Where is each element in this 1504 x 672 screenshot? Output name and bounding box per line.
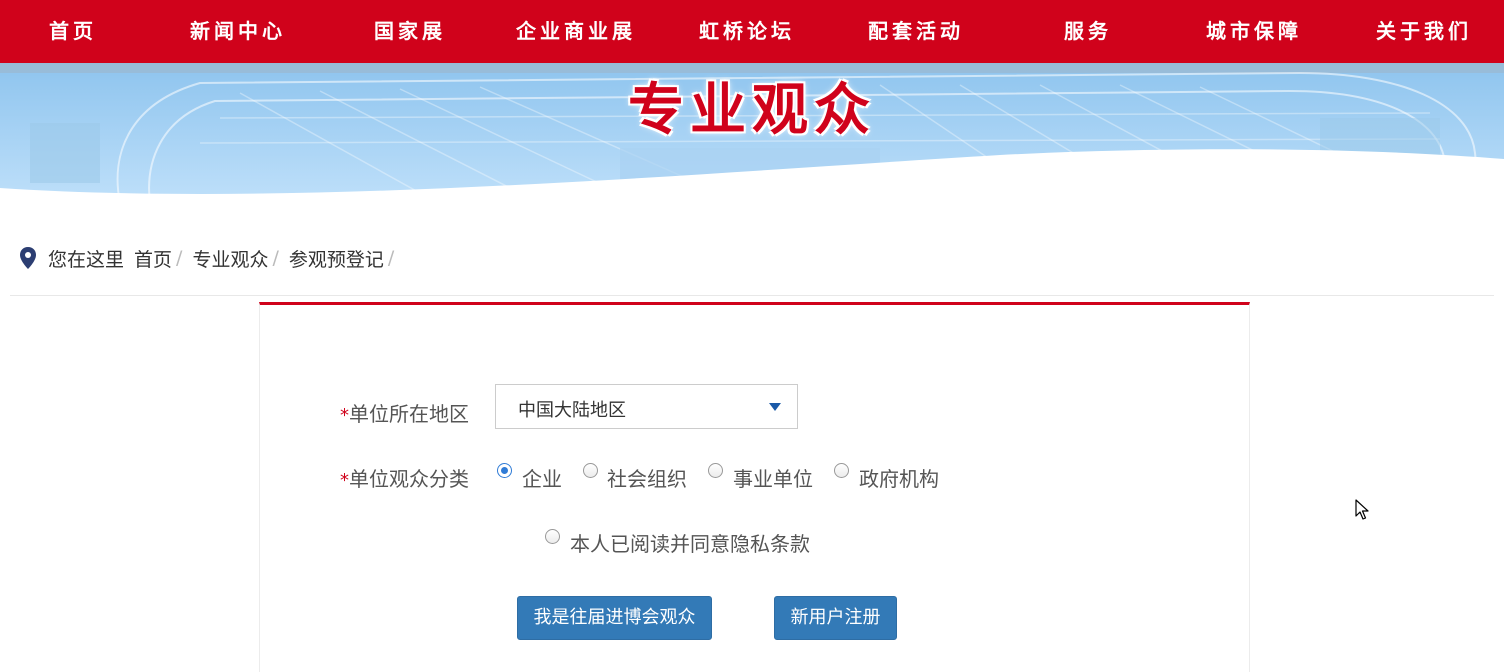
radio-government-agency[interactable] bbox=[834, 463, 849, 478]
breadcrumb: 您在这里 首页 / 专业观众 / 参观预登记 / bbox=[18, 243, 404, 273]
category-label: *单位观众分类 bbox=[340, 463, 469, 492]
breadcrumb-item-professional-visitors[interactable]: 专业观众 bbox=[192, 245, 268, 272]
radio-enterprise-label[interactable]: 企业 bbox=[522, 463, 562, 492]
region-select-value: 中国大陆地区 bbox=[518, 400, 626, 421]
returning-visitor-button[interactable]: 我是往届进博会观众 bbox=[517, 596, 712, 640]
nav-item-services[interactable]: 服务 bbox=[1064, 0, 1112, 63]
location-pin-icon bbox=[20, 247, 36, 269]
privacy-consent-label[interactable]: 本人已阅读并同意隐私条款 bbox=[570, 528, 810, 557]
required-mark: * bbox=[340, 470, 349, 491]
nav-item-business-exhibition[interactable]: 企业商业展 bbox=[516, 0, 636, 63]
radio-public-institution-label[interactable]: 事业单位 bbox=[733, 463, 813, 492]
hero-banner: 专业观众 bbox=[0, 63, 1504, 203]
breadcrumb-separator: / bbox=[176, 247, 183, 269]
top-navigation: 首页 新闻中心 国家展 企业商业展 虹桥论坛 配套活动 服务 城市保障 关于我们 bbox=[0, 0, 1504, 63]
nav-item-events[interactable]: 配套活动 bbox=[868, 0, 964, 63]
nav-item-home[interactable]: 首页 bbox=[49, 0, 97, 63]
nav-item-news[interactable]: 新闻中心 bbox=[190, 0, 286, 63]
mouse-cursor-icon bbox=[1355, 499, 1369, 520]
breadcrumb-item-pre-registration[interactable]: 参观预登记 bbox=[289, 245, 384, 272]
category-label-text: 单位观众分类 bbox=[349, 467, 469, 491]
page-title: 专业观众 bbox=[628, 78, 876, 143]
region-label-text: 单位所在地区 bbox=[349, 402, 469, 426]
breadcrumb-separator: / bbox=[272, 247, 279, 269]
breadcrumb-item-home[interactable]: 首页 bbox=[134, 245, 172, 272]
privacy-consent-radio[interactable] bbox=[545, 529, 560, 544]
radio-social-organization-label[interactable]: 社会组织 bbox=[607, 463, 687, 492]
radio-social-organization[interactable] bbox=[583, 463, 598, 478]
radio-enterprise[interactable] bbox=[497, 463, 512, 478]
required-mark: * bbox=[340, 405, 349, 426]
new-user-register-button[interactable]: 新用户注册 bbox=[774, 596, 897, 640]
radio-government-agency-label[interactable]: 政府机构 bbox=[859, 463, 939, 492]
radio-public-institution[interactable] bbox=[708, 463, 723, 478]
chevron-down-icon bbox=[769, 403, 781, 411]
region-select[interactable]: 中国大陆地区 bbox=[495, 384, 798, 429]
nav-item-country-exhibition[interactable]: 国家展 bbox=[374, 0, 446, 63]
nav-item-about-us[interactable]: 关于我们 bbox=[1376, 0, 1472, 63]
region-label: *单位所在地区 bbox=[340, 398, 469, 427]
nav-item-city-support[interactable]: 城市保障 bbox=[1206, 0, 1302, 63]
nav-item-hongqiao-forum[interactable]: 虹桥论坛 bbox=[699, 0, 795, 63]
breadcrumb-divider bbox=[10, 295, 1494, 296]
breadcrumb-separator: / bbox=[387, 247, 395, 269]
breadcrumb-prefix: 您在这里 bbox=[48, 248, 125, 271]
